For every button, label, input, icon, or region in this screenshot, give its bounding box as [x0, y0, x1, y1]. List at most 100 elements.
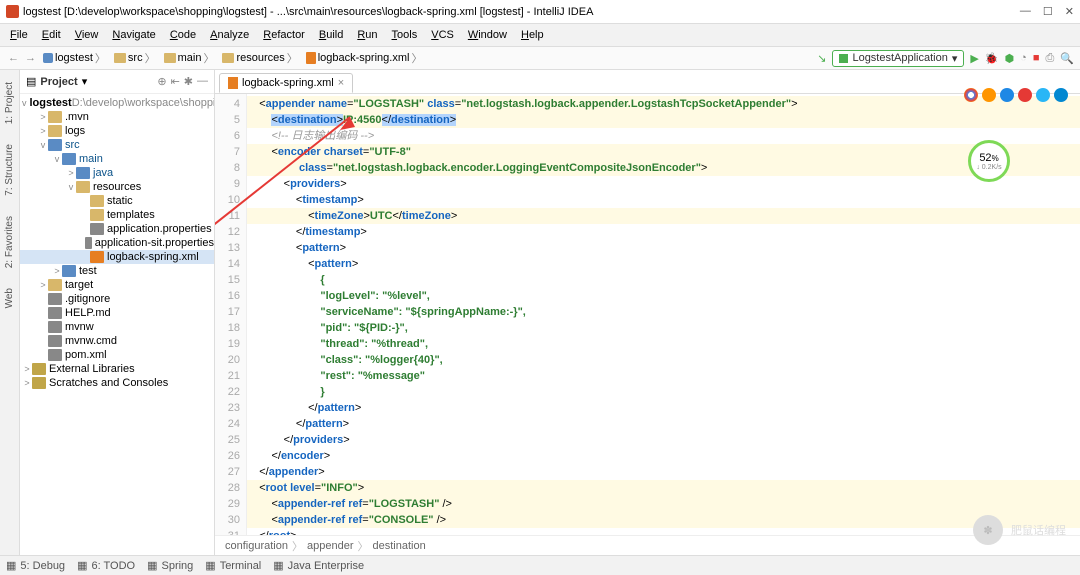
collapse-icon[interactable]: ⇤ — [171, 75, 180, 88]
menu-bar: FileEditViewNavigateCodeAnalyzeRefactorB… — [0, 24, 1080, 46]
status-item[interactable]: ▦6: TODO — [77, 559, 135, 572]
project-tree[interactable]: vlogstest D:\develop\workspace\shopping\… — [20, 94, 214, 555]
code-content[interactable]: <appender name="LOGSTASH" class="net.log… — [247, 94, 1080, 535]
bc-appender[interactable]: appender — [307, 540, 354, 552]
firefox-icon[interactable] — [982, 88, 996, 102]
menu-vcs[interactable]: VCS — [425, 27, 460, 43]
status-bar: ▦5: Debug ▦6: TODO ▦Spring ▦Terminal ▦Java E… — [0, 555, 1080, 575]
tree-node[interactable]: mvnw.cmd — [20, 334, 214, 348]
build-icon[interactable]: ↘ — [817, 52, 826, 65]
tree-root[interactable]: vlogstest D:\develop\workspace\shopping\… — [20, 96, 214, 110]
tree-node[interactable]: application.properties — [20, 222, 214, 236]
minimize-button[interactable]: — — [1020, 5, 1031, 18]
menu-tools[interactable]: Tools — [386, 27, 424, 43]
tree-node[interactable]: >java — [20, 166, 214, 180]
tree-node[interactable]: >Scratches and Consoles — [20, 376, 214, 390]
debug-button[interactable]: 🐞 — [985, 52, 999, 65]
maximize-button[interactable]: ☐ — [1043, 5, 1053, 18]
menu-file[interactable]: File — [4, 27, 34, 43]
status-item[interactable]: ▦Java Enterprise — [273, 559, 364, 572]
badge-pct: 52 — [979, 152, 991, 164]
tool-tab[interactable]: 2: Favorites — [2, 208, 17, 276]
tree-node[interactable]: application-sit.properties — [20, 236, 214, 250]
crumb-src[interactable]: src〉 — [111, 50, 159, 66]
tree-node[interactable]: logback-spring.xml — [20, 250, 214, 264]
line-gutter: 4567891011121314151617181920212223242526… — [215, 94, 247, 535]
run-config-label: LogstestApplication — [852, 52, 947, 64]
bc-configuration[interactable]: configuration — [225, 540, 288, 552]
run-config-icon — [839, 54, 848, 63]
watermark: ✽ 肥鼠话编程 — [973, 515, 1066, 545]
chrome-icon[interactable] — [964, 88, 978, 102]
perf-badge: 52% ↓ 0.2K/s — [968, 140, 1010, 182]
run-config-select[interactable]: LogstestApplication ▾ — [832, 50, 964, 67]
crumb-logback-spring.xml[interactable]: logback-spring.xml〉 — [303, 50, 426, 66]
coverage-button[interactable]: ⬢ — [1005, 52, 1015, 65]
tree-node[interactable]: vsrc — [20, 138, 214, 152]
git-button[interactable]: ⎙ — [1045, 52, 1054, 65]
safari-icon[interactable] — [1000, 88, 1014, 102]
tree-node[interactable]: >.mvn — [20, 110, 214, 124]
panel-dropdown-icon[interactable]: ▾ — [82, 75, 88, 88]
close-window-button[interactable]: ✕ — [1065, 5, 1074, 18]
stop-button[interactable]: ■ — [1033, 52, 1040, 64]
tool-tab[interactable]: 1: Project — [2, 74, 17, 132]
search-icon[interactable]: 🔍 — [1060, 52, 1074, 65]
menu-help[interactable]: Help — [515, 27, 550, 43]
menu-edit[interactable]: Edit — [36, 27, 67, 43]
project-view-icon: ▤ — [26, 75, 36, 88]
tree-node[interactable]: >test — [20, 264, 214, 278]
tree-node[interactable]: >target — [20, 278, 214, 292]
edge-icon[interactable] — [1054, 88, 1068, 102]
tab-logback[interactable]: logback-spring.xml × — [219, 73, 353, 93]
wechat-icon: ✽ — [973, 515, 1003, 545]
menu-navigate[interactable]: Navigate — [106, 27, 161, 43]
menu-code[interactable]: Code — [164, 27, 202, 43]
tree-node[interactable]: pom.xml — [20, 348, 214, 362]
settings-icon[interactable]: ✱ — [184, 75, 193, 88]
crumb-resources[interactable]: resources〉 — [219, 50, 300, 66]
menu-run[interactable]: Run — [351, 27, 383, 43]
app-icon — [6, 5, 19, 18]
crumb-main[interactable]: main〉 — [161, 50, 218, 66]
tree-node[interactable]: >External Libraries — [20, 362, 214, 376]
tool-tab[interactable]: Web — [2, 280, 17, 316]
menu-refactor[interactable]: Refactor — [257, 27, 311, 43]
tree-node[interactable]: vmain — [20, 152, 214, 166]
watermark-text: 肥鼠话编程 — [1011, 522, 1066, 538]
tool-tab[interactable]: 7: Structure — [2, 136, 17, 204]
tree-node[interactable]: mvnw — [20, 320, 214, 334]
menu-build[interactable]: Build — [313, 27, 349, 43]
tree-node[interactable]: .gitignore — [20, 292, 214, 306]
bc-destination[interactable]: destination — [373, 540, 426, 552]
browser-icons[interactable] — [964, 88, 1068, 102]
status-item[interactable]: ▦5: Debug — [6, 559, 65, 572]
menu-window[interactable]: Window — [462, 27, 513, 43]
hide-panel-icon[interactable]: — — [197, 75, 208, 88]
tree-node[interactable]: static — [20, 194, 214, 208]
xml-file-icon — [228, 77, 238, 89]
ie-icon[interactable] — [1036, 88, 1050, 102]
menu-view[interactable]: View — [69, 27, 105, 43]
scroll-target-icon[interactable]: ⊕ — [157, 75, 166, 88]
status-item[interactable]: ▦Terminal — [205, 559, 261, 572]
tree-node[interactable]: templates — [20, 208, 214, 222]
tab-row: logback-spring.xml × — [215, 70, 1080, 94]
tree-node[interactable]: >logs — [20, 124, 214, 138]
close-tab-icon[interactable]: × — [338, 77, 344, 89]
editor-breadcrumb[interactable]: configuration〉appender〉destination — [215, 535, 1080, 555]
nav-forward-button[interactable]: → — [23, 52, 38, 64]
profile-button[interactable]: ◔ — [1020, 52, 1027, 64]
nav-back-button[interactable]: ← — [6, 52, 21, 64]
nav-bar: ← → logstest〉src〉main〉resources〉logback-… — [0, 46, 1080, 70]
menu-analyze[interactable]: Analyze — [204, 27, 255, 43]
tree-node[interactable]: vresources — [20, 180, 214, 194]
panel-title: Project — [40, 76, 77, 88]
run-button[interactable]: ▶ — [970, 52, 978, 65]
status-item[interactable]: ▦Spring — [147, 559, 193, 572]
window-title: logstest [D:\develop\workspace\shopping\… — [23, 6, 593, 18]
crumb-logstest[interactable]: logstest〉 — [40, 50, 109, 66]
dropdown-icon: ▾ — [952, 52, 958, 65]
tree-node[interactable]: HELP.md — [20, 306, 214, 320]
opera-icon[interactable] — [1018, 88, 1032, 102]
